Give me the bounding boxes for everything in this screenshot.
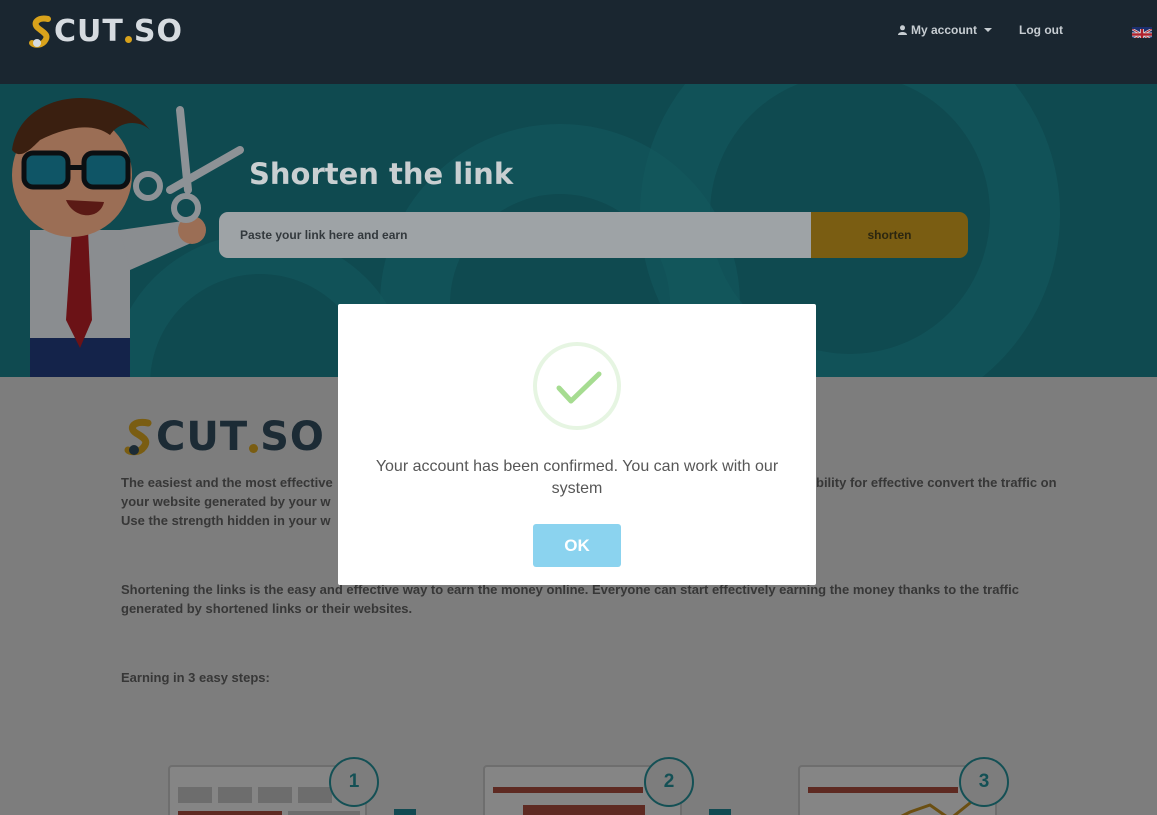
mascot-illustration xyxy=(12,97,244,377)
steps-heading: Earning in 3 easy steps: xyxy=(121,670,270,685)
arrow-icon xyxy=(394,809,416,815)
checkmark-icon xyxy=(556,371,602,404)
step-number-2: 2 xyxy=(644,757,694,807)
step-number-1: 1 xyxy=(329,757,379,807)
my-account-dropdown[interactable]: My account xyxy=(898,23,993,37)
top-navbar: CUT SO My account Log out xyxy=(0,0,1157,84)
my-account-label: My account xyxy=(911,23,978,37)
content-brand-logo: CUT SO xyxy=(122,414,325,460)
logout-link[interactable]: Log out xyxy=(1019,23,1063,37)
brand-name: CUT xyxy=(54,14,124,49)
brand-name: CUT xyxy=(156,414,249,460)
intro-line-2-start: your website generated by your w xyxy=(121,494,331,509)
arrow-icon xyxy=(709,809,731,815)
shortening-paragraph: Shortening the links is the easy and eff… xyxy=(121,582,1019,616)
link-input[interactable]: Paste your link here and earn xyxy=(219,212,812,258)
brand-dot xyxy=(124,36,132,43)
ok-button[interactable]: OK xyxy=(533,524,621,567)
brand-suffix: SO xyxy=(133,14,183,49)
brand-logo-icon xyxy=(124,418,152,456)
confirmation-modal: Your account has been confirmed. You can… xyxy=(338,304,816,585)
shorten-button[interactable]: shorten xyxy=(811,212,968,258)
hero-title: Shorten the link xyxy=(249,157,514,191)
intro-line-1-end: bility for effective convert the traffic… xyxy=(816,475,1057,490)
brand-logo-icon xyxy=(29,15,51,48)
brand-logo[interactable]: CUT SO xyxy=(28,14,183,49)
user-icon xyxy=(898,25,907,35)
success-circle xyxy=(533,342,621,430)
chevron-down-icon xyxy=(984,28,993,32)
intro-line-1-start: The easiest and the most effective xyxy=(121,475,333,490)
intro-line-3-start: Use the strength hidden in your w xyxy=(121,513,331,528)
brand-suffix: SO xyxy=(260,414,325,460)
step-number-3: 3 xyxy=(959,757,1009,807)
brand-dot xyxy=(249,443,259,453)
modal-message: Your account has been confirmed. You can… xyxy=(375,458,779,497)
uk-flag-icon[interactable] xyxy=(1132,27,1152,38)
